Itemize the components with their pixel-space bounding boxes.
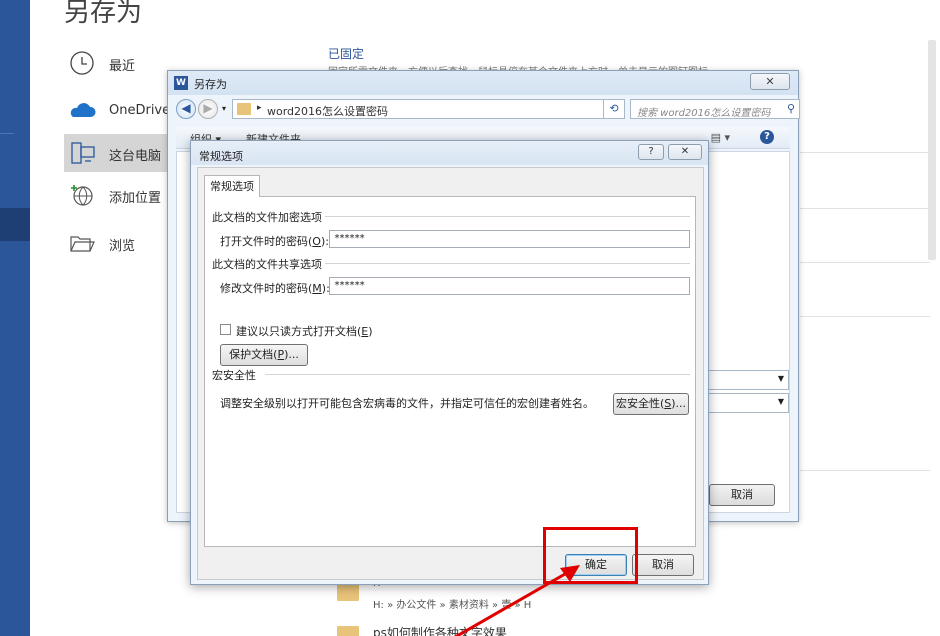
nav-onedrive[interactable]: OneDrive xyxy=(64,92,170,130)
nav-recent-label: 最近 xyxy=(109,59,136,74)
encrypt-group-label: 此文档的文件加密选项 xyxy=(212,211,322,224)
nav-browse-label: 浏览 xyxy=(109,239,136,254)
recent-locations-dropdown[interactable]: ▾ xyxy=(222,104,226,113)
save-dialog-titlebar[interactable]: W 另存为 ✕ xyxy=(168,71,798,95)
open-password-accesskey: O xyxy=(312,235,321,248)
help-icon[interactable]: ? xyxy=(760,130,774,144)
nav-this-pc-label: 这台电脑 xyxy=(109,149,162,164)
scrollbar[interactable] xyxy=(928,40,936,260)
modify-password-label: 修改文件时的密码(M): xyxy=(220,282,330,295)
open-password-field[interactable]: ****** xyxy=(329,230,690,248)
chevron-down-icon: ▼ xyxy=(777,374,784,383)
macro-description: 调整安全级别以打开可能包含宏病毒的文件，并指定可信任的宏创建者姓名。 xyxy=(220,397,594,410)
nav-add-place[interactable]: 添加位置 xyxy=(64,176,170,214)
general-options-dialog: 常规选项 ? ✕ 常规选项 此文档的文件加密选项 打开文件时的密码(O): **… xyxy=(190,140,709,585)
modify-password-accesskey: M xyxy=(312,282,322,295)
options-dialog-titlebar[interactable]: 常规选项 ? ✕ xyxy=(191,141,708,165)
filename-combo[interactable]: ▼ xyxy=(705,370,789,390)
filetype-combo[interactable]: ▼ xyxy=(705,393,789,413)
search-input[interactable]: 搜索 word2016怎么设置密码 ⚲ xyxy=(630,99,800,119)
page-title: 另存为 xyxy=(64,0,143,28)
open-password-label: 打开文件时的密码(O): xyxy=(220,235,329,248)
chevron-down-icon: ▼ xyxy=(777,397,784,406)
pinned-heading: 已固定 xyxy=(328,47,365,61)
options-help-button[interactable]: ? xyxy=(638,144,664,160)
divider xyxy=(800,470,930,471)
view-options-icon[interactable]: ▤ ▾ xyxy=(711,131,730,144)
readonly-checkbox-label[interactable]: 建议以只读方式打开文档(E) xyxy=(236,323,373,339)
refresh-button[interactable]: ⟲ xyxy=(603,99,625,119)
folder-icon xyxy=(337,584,359,601)
address-bar[interactable]: ▸ word2016怎么设置密码 ▼ xyxy=(232,99,620,119)
divider xyxy=(800,152,930,153)
tab-general-options[interactable]: 常规选项 xyxy=(204,175,260,197)
protect-text: 保护文档( xyxy=(229,348,278,361)
group-divider xyxy=(265,374,690,375)
divider xyxy=(800,316,930,317)
options-dialog-title: 常规选项 xyxy=(199,150,243,163)
nav-recent[interactable]: 最近 xyxy=(64,44,170,82)
protect-document-button[interactable]: 保护文档(P)... xyxy=(220,344,308,366)
protect-accesskey: P xyxy=(277,348,285,361)
nav-onedrive-label: OneDrive xyxy=(109,103,171,118)
cancel-button[interactable]: 取消 xyxy=(632,554,694,576)
readonly-text: 建议以只读方式打开文档( xyxy=(236,325,362,338)
save-dialog-cancel-button[interactable]: 取消 xyxy=(709,484,775,506)
word-icon: W xyxy=(174,76,188,90)
breadcrumb-arrow-icon[interactable]: ▸ xyxy=(257,103,262,113)
modify-password-text: 修改文件时的密码( xyxy=(220,282,313,295)
left-bar-selected[interactable] xyxy=(0,208,30,241)
computer-icon xyxy=(71,142,95,164)
backstage-left-bar xyxy=(0,0,30,636)
nav-this-pc[interactable]: 这台电脑 xyxy=(64,134,174,172)
folder-open-icon xyxy=(70,236,95,252)
general-options-panel: 此文档的文件加密选项 打开文件时的密码(O): ****** 此文档的文件共享选… xyxy=(204,196,696,547)
readonly-accesskey: E xyxy=(361,325,369,338)
save-dialog-close-button[interactable]: ✕ xyxy=(750,73,790,90)
clock-icon xyxy=(70,51,94,75)
options-dialog-content: 常规选项 此文档的文件加密选项 打开文件时的密码(O): ****** 此文档的… xyxy=(197,167,704,580)
search-icon[interactable]: ⚲ xyxy=(787,102,795,115)
open-password-text: 打开文件时的密码( xyxy=(220,235,313,248)
group-divider xyxy=(325,263,690,264)
share-group-label: 此文档的文件共享选项 xyxy=(212,258,322,271)
divider xyxy=(800,262,930,263)
red-arrow-icon xyxy=(453,565,580,636)
readonly-checkbox[interactable] xyxy=(220,324,231,335)
left-bar-divider xyxy=(0,133,14,134)
search-placeholder: 搜索 word2016怎么设置密码 xyxy=(637,108,771,119)
modify-password-field[interactable]: ****** xyxy=(329,277,690,295)
group-divider xyxy=(325,216,690,217)
macro-security-button[interactable]: 宏安全性(S)... xyxy=(613,393,689,415)
address-path: word2016怎么设置密码 xyxy=(267,105,389,118)
globe-add-icon xyxy=(71,185,93,206)
macro-btn-text: 宏安全性( xyxy=(615,397,665,410)
folder-icon xyxy=(337,626,359,636)
address-row: ◀ ▶ ▾ ▸ word2016怎么设置密码 ▼ ⟲ 搜索 word2016怎么… xyxy=(176,99,800,121)
macro-btn-accesskey: S xyxy=(664,397,672,410)
divider xyxy=(800,208,930,209)
options-close-button[interactable]: ✕ xyxy=(668,144,702,160)
forward-button[interactable]: ▶ xyxy=(198,99,218,119)
nav-browse[interactable]: 浏览 xyxy=(64,224,170,262)
back-button[interactable]: ◀ xyxy=(176,99,196,119)
nav-add-place-label: 添加位置 xyxy=(109,191,162,206)
macro-group-label: 宏安全性 xyxy=(212,369,256,382)
folder-icon xyxy=(237,103,251,115)
save-dialog-title: 另存为 xyxy=(194,78,227,91)
cloud-icon xyxy=(70,103,96,117)
